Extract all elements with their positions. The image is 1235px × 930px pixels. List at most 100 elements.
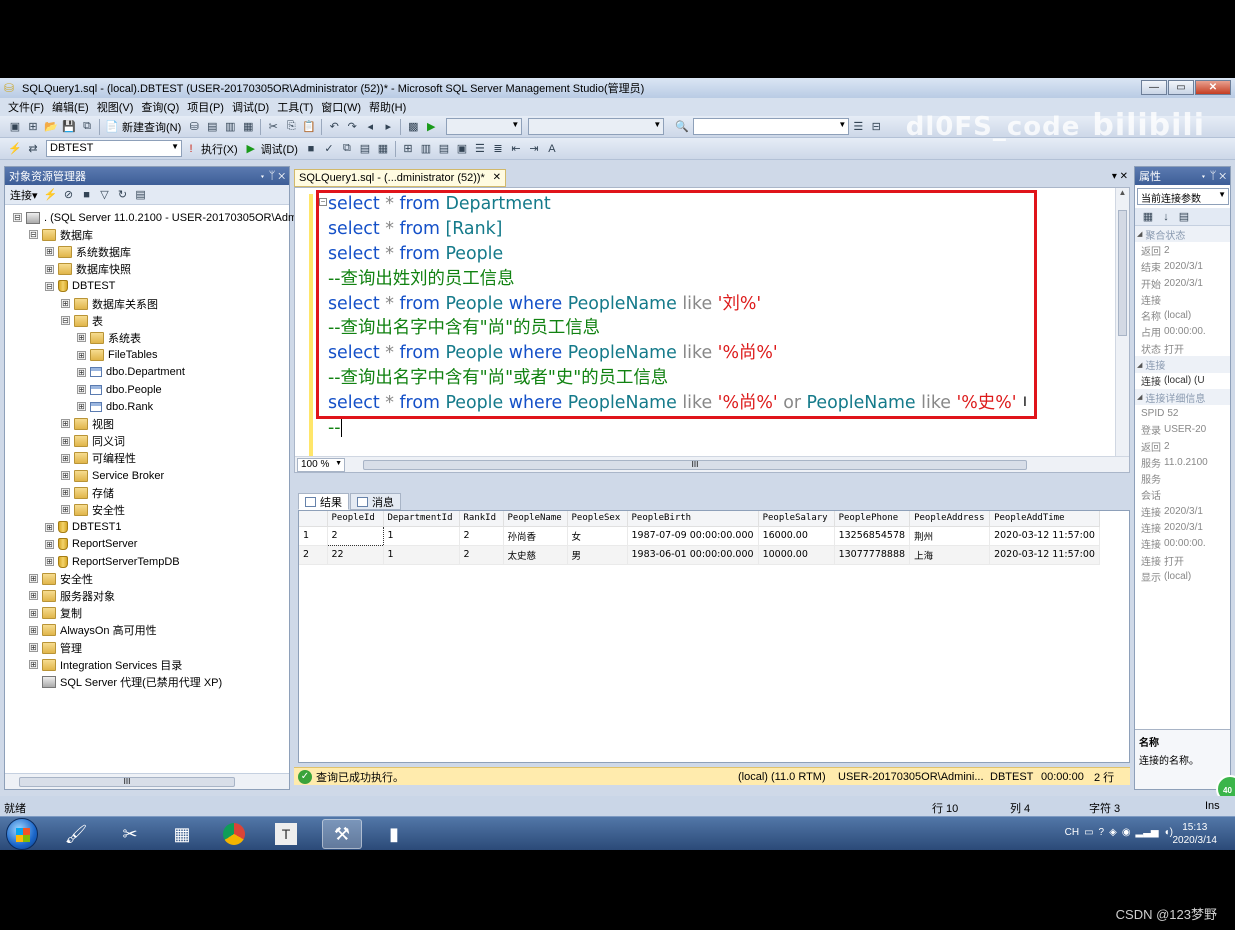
- tab-sqlquery1[interactable]: SQLQuery1.sql - (...dministrator (52))* ✕: [294, 169, 506, 187]
- scroll-up-icon[interactable]: ▲: [1116, 188, 1129, 197]
- collapse-category-icon[interactable]: ◢: [1137, 361, 1142, 369]
- include-plan-icon[interactable]: ⊞: [400, 141, 416, 157]
- tab-messages[interactable]: 消息: [350, 493, 401, 510]
- keyboard-icon[interactable]: ▭: [1084, 827, 1093, 838]
- find-in-files-icon[interactable]: 🔍: [674, 119, 690, 135]
- column-header[interactable]: PeopleAddress: [909, 511, 991, 527]
- editor-hscroll-thumb[interactable]: III: [363, 460, 1027, 470]
- parse-icon[interactable]: ✓: [321, 141, 337, 157]
- table-cell[interactable]: 16000.00: [758, 526, 835, 546]
- open-file-icon[interactable]: 📂: [43, 119, 59, 135]
- property-row[interactable]: 返回 2: [1135, 438, 1230, 454]
- property-row[interactable]: 服务 11.0.2100: [1135, 454, 1230, 470]
- database-selector[interactable]: DBTEST ▼: [46, 140, 182, 157]
- table-row[interactable]: 1 2 1 2 孙尚香女 1987-07-09 00:00:00.000 16000.00 1…: [299, 525, 1100, 546]
- results-to-grid-icon[interactable]: ▦: [375, 141, 391, 157]
- categorized-icon[interactable]: ▦: [1140, 209, 1156, 225]
- display-plan-icon[interactable]: ⧉: [339, 141, 355, 157]
- connect-dropdown[interactable]: 连接▾: [10, 187, 38, 203]
- tree-node[interactable]: ⊞ DBTEST1: [45, 519, 122, 536]
- table-cell[interactable]: 2: [326, 525, 384, 546]
- tree-node[interactable]: ⊞ dbo.People: [77, 381, 162, 398]
- tree-node[interactable]: ⊞ 视图: [61, 415, 114, 432]
- table-cell[interactable]: 荆州: [909, 526, 991, 546]
- collapse-category-icon[interactable]: ◢: [1137, 393, 1142, 401]
- tree-node[interactable]: ⊞ dbo.Department: [77, 364, 185, 381]
- expand-node-icon[interactable]: ⊞: [61, 505, 70, 515]
- column-header[interactable]: PeopleSex: [567, 511, 628, 527]
- property-row[interactable]: 结束 2020/3/1: [1135, 259, 1230, 275]
- table-cell[interactable]: 2: [459, 526, 504, 546]
- taskbar-brush-icon[interactable]: 🖌: [56, 819, 96, 849]
- column-header[interactable]: PeopleName: [503, 511, 568, 527]
- properties-window-icon[interactable]: ☰: [850, 119, 866, 135]
- results-to-text-icon[interactable]: ▤: [436, 141, 452, 157]
- property-row[interactable]: 占用 00:00:00.: [1135, 324, 1230, 340]
- expand-node-icon[interactable]: ⊞: [61, 471, 70, 480]
- debug-button[interactable]: 调试(D): [261, 141, 298, 157]
- expand-node-icon[interactable]: ⊞: [45, 264, 54, 274]
- refresh-icon[interactable]: ↻: [115, 187, 131, 203]
- maximize-button[interactable]: ▭: [1168, 80, 1194, 95]
- editor-vscroll[interactable]: ▲: [1115, 188, 1129, 458]
- save-icon[interactable]: 💾: [61, 119, 77, 135]
- tree-node[interactable]: ⊞ AlwaysOn 高可用性: [29, 622, 157, 639]
- property-row[interactable]: 开始 2020/3/1: [1135, 275, 1230, 291]
- column-header[interactable]: PeoplePhone: [834, 511, 911, 527]
- close-button[interactable]: ✕: [1195, 80, 1231, 95]
- tree-node[interactable]: ⊞ 系统数据库: [45, 243, 131, 260]
- table-cell[interactable]: 孙尚香: [503, 526, 568, 546]
- menu-query[interactable]: 查询(Q): [137, 99, 183, 115]
- taskbar-text-icon[interactable]: T: [266, 819, 306, 849]
- property-category[interactable]: ◢ 连接详细信息: [1135, 388, 1230, 406]
- alphabetical-icon[interactable]: ↓: [1158, 209, 1174, 225]
- expand-node-icon[interactable]: ⊞: [77, 333, 86, 343]
- expand-node-icon[interactable]: ⊞: [77, 385, 86, 394]
- decrease-indent-icon[interactable]: ⇤: [508, 141, 524, 157]
- tree-node[interactable]: ⊞ 数据库关系图: [61, 295, 158, 312]
- expand-node-icon[interactable]: ⊞: [29, 625, 38, 635]
- menu-file[interactable]: 文件(F): [4, 99, 48, 115]
- expand-node-icon[interactable]: ⊞: [45, 247, 54, 257]
- disconnect-icon[interactable]: ⊘: [61, 187, 77, 203]
- column-header[interactable]: DepartmentId: [383, 511, 460, 527]
- new-project-icon[interactable]: ▣: [7, 119, 23, 135]
- results-to-file-icon[interactable]: ▣: [454, 141, 470, 157]
- hscroll-thumb[interactable]: III: [19, 777, 235, 787]
- redo-icon[interactable]: ↷: [344, 119, 360, 135]
- table-cell[interactable]: 太史慈: [503, 545, 568, 565]
- start-debug-icon[interactable]: ▶: [423, 119, 439, 135]
- property-row[interactable]: 连接 2020/3/1: [1135, 519, 1230, 535]
- property-row[interactable]: 连接 00:00:00.: [1135, 536, 1230, 552]
- execute-button[interactable]: 执行(X): [201, 141, 238, 157]
- security-icon[interactable]: ◉: [1122, 827, 1131, 838]
- tree-node[interactable]: ⊞ Integration Services 目录: [29, 656, 182, 673]
- menu-window[interactable]: 窗口(W): [317, 99, 365, 115]
- db-engine-query-icon[interactable]: ⛁: [186, 119, 202, 135]
- tree-node[interactable]: ⊞ 可编程性: [61, 450, 136, 467]
- cancel-query-icon[interactable]: ■: [303, 141, 319, 157]
- expand-node-icon[interactable]: ⊞: [61, 299, 70, 308]
- navigate-forward-icon[interactable]: ▸: [380, 119, 396, 135]
- collapse-node-icon[interactable]: ⊟: [29, 230, 38, 240]
- properties-pin-controls[interactable]: ▾ ᛘ ✕: [1200, 170, 1226, 182]
- expand-node-icon[interactable]: ⊞: [61, 436, 70, 446]
- row-number[interactable]: 1: [299, 526, 328, 546]
- menu-project[interactable]: 项目(P): [183, 99, 228, 115]
- property-row[interactable]: 会话: [1135, 487, 1230, 503]
- tree-node[interactable]: ⊞ 复制: [29, 605, 82, 622]
- taskbar-recorder-icon[interactable]: ▮: [374, 819, 414, 849]
- table-row[interactable]: 2 22 1 2 太史慈男 1983-06-01 00:00:00.000 10000.00…: [299, 545, 1100, 565]
- minimize-button[interactable]: —: [1141, 80, 1167, 95]
- property-category[interactable]: ◢ 聚合状态: [1135, 226, 1230, 243]
- object-explorer-hscroll[interactable]: III: [5, 773, 289, 789]
- collapse-node-icon[interactable]: ⊟: [45, 281, 54, 291]
- copy-icon[interactable]: ⎘: [283, 119, 299, 135]
- row-number[interactable]: 2: [299, 545, 328, 565]
- tree-node[interactable]: ⊞ 存储: [61, 484, 114, 501]
- menu-view[interactable]: 视图(V): [93, 99, 138, 115]
- column-header[interactable]: PeopleAddTime: [989, 511, 1100, 527]
- object-explorer-icon[interactable]: ⊟: [868, 119, 884, 135]
- tab-dropdown-icon[interactable]: ▾ ✕: [1112, 171, 1128, 182]
- property-row[interactable]: 显示 (local): [1135, 568, 1230, 584]
